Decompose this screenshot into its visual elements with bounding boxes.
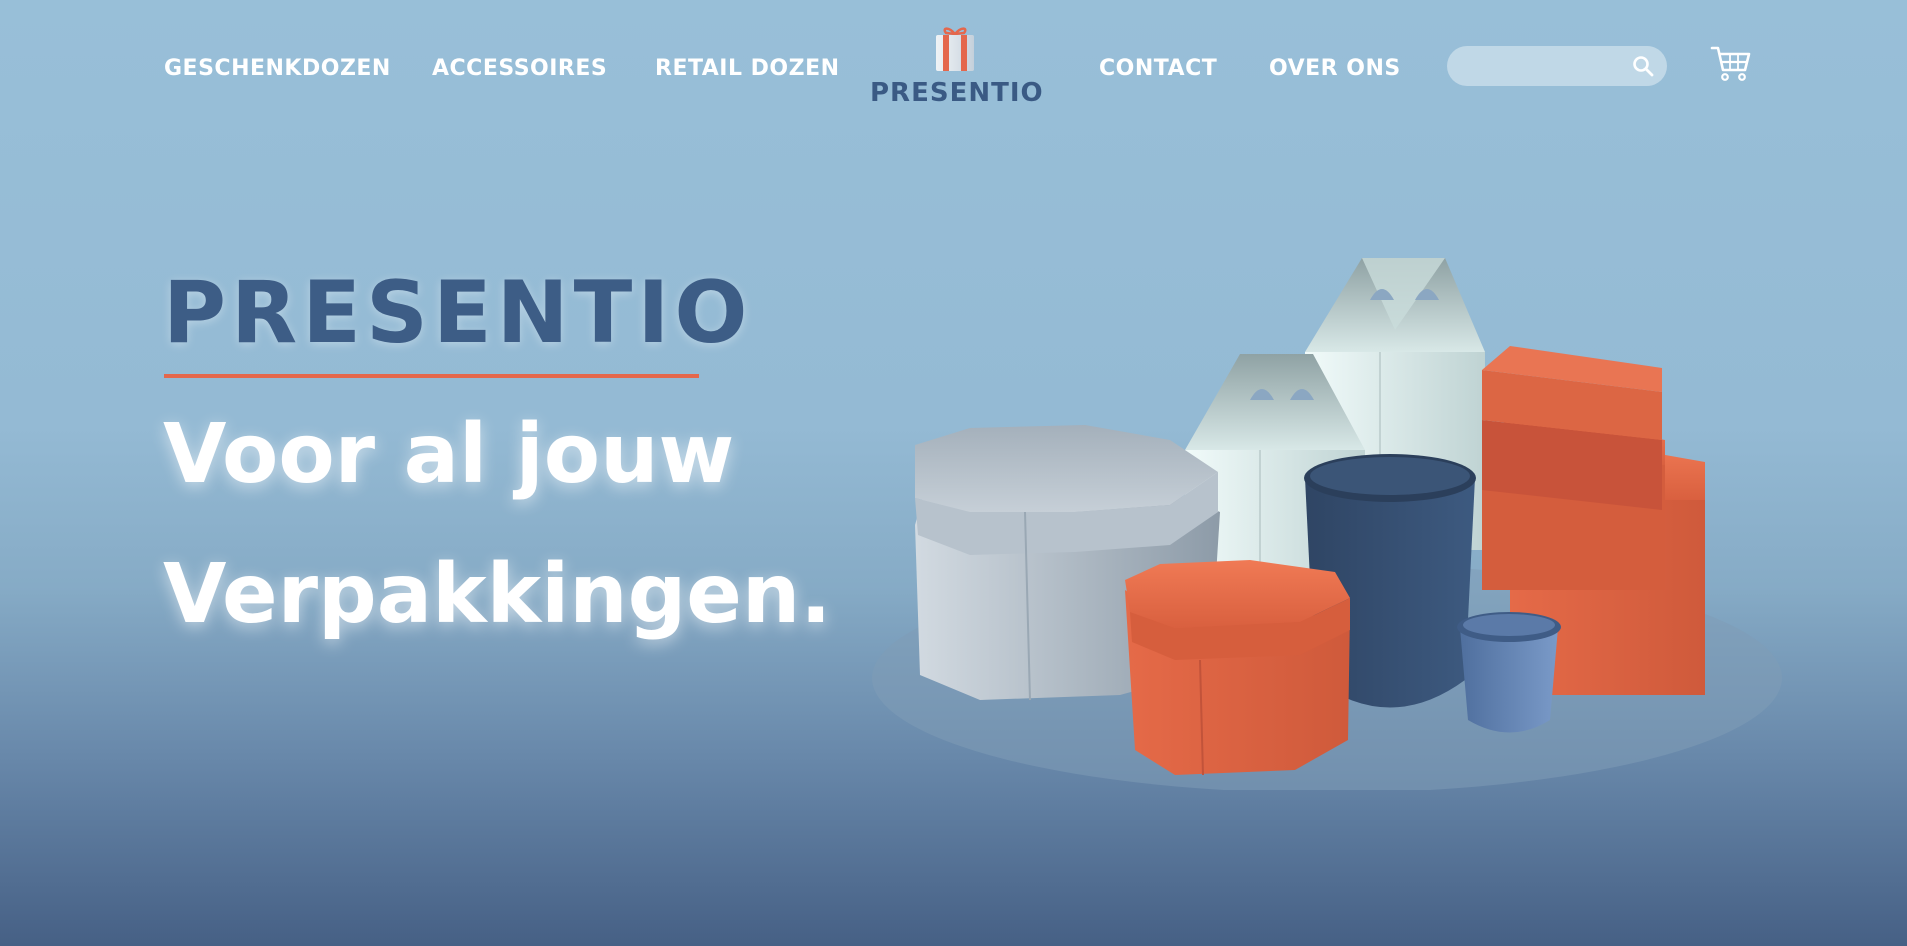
hero-brand-title: PRESENTIO — [163, 263, 753, 363]
search-input[interactable] — [1463, 46, 1627, 88]
nav-contact[interactable]: CONTACT — [1099, 56, 1217, 81]
nav-accessoires[interactable]: ACCESSOIRES — [432, 56, 607, 81]
site-logo[interactable]: PRESENTIO — [870, 24, 1044, 108]
hero-underline — [164, 374, 699, 378]
packaging-boxes-illustration — [872, 258, 1782, 790]
nav-over-ons[interactable]: OVER ONS — [1269, 56, 1401, 81]
nav-retail-dozen[interactable]: RETAIL DOZEN — [655, 56, 840, 81]
shopping-cart-icon[interactable] — [1710, 44, 1752, 82]
hero-tagline-line-2: Verpakkingen. — [163, 547, 832, 642]
gift-box-icon — [936, 27, 974, 71]
logo-text: PRESENTIO — [870, 78, 1044, 108]
hero-tagline-line-1: Voor al jouw — [163, 407, 735, 502]
nav-geschenkdozen[interactable]: GESCHENKDOZEN — [164, 56, 391, 81]
search-icon[interactable] — [1631, 54, 1655, 78]
search-bar[interactable] — [1447, 46, 1667, 88]
